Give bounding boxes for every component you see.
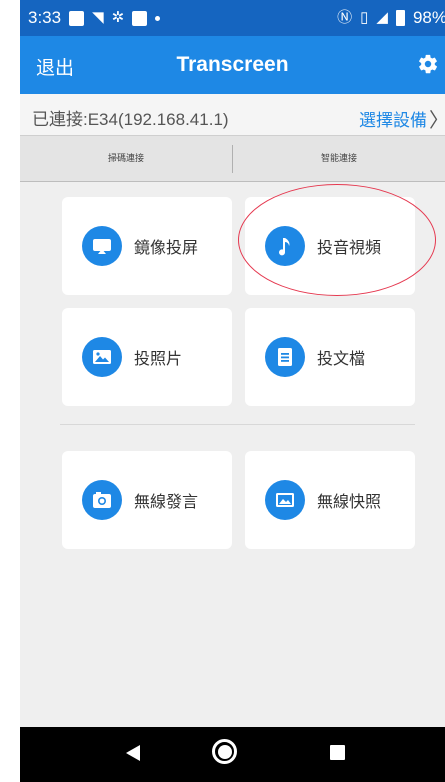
- connection-status: 已連接:E34(192.168.41.1): [32, 110, 229, 129]
- app-title: Transcreen: [176, 53, 289, 76]
- recent-apps-icon[interactable]: [330, 745, 345, 760]
- cast-document-label: 投文檔: [317, 349, 366, 368]
- screen-mirror-label: 鏡像投屏: [134, 238, 199, 257]
- cast-document-card[interactable]: 投文檔: [245, 308, 415, 406]
- battery-level: 98%: [412, 8, 445, 27]
- system-navigation-bar: [20, 727, 445, 782]
- cast-photo-label: 投照片: [134, 349, 183, 368]
- snapshot-icon: [265, 480, 305, 520]
- wireless-speech-card[interactable]: 無線發言: [62, 451, 232, 549]
- phone-screen: 3:33 ◥ ✲ Ⓝ ▯ ◢ 98% 退出 Transcreen 已連接:E34…: [20, 0, 445, 782]
- gear-icon[interactable]: [417, 53, 439, 75]
- settings-notification-icon: ✲: [111, 9, 125, 26]
- screen-mirror-icon: [82, 226, 122, 266]
- status-bar: 3:33 ◥ ✲ Ⓝ ▯ ◢ 98%: [20, 0, 445, 36]
- select-device-label: 選擇設備: [359, 111, 427, 131]
- wifi-question-icon: ◥: [92, 9, 104, 26]
- back-icon[interactable]: [125, 744, 141, 762]
- connection-bar: 已連接:E34(192.168.41.1) 選擇設備 〉: [20, 94, 445, 136]
- connection-tabs: 掃碼連接 智能連接: [20, 136, 445, 182]
- app-notification-icon: [132, 10, 148, 26]
- nfc-icon: Ⓝ: [337, 9, 353, 26]
- app-bar: 退出 Transcreen: [20, 36, 445, 94]
- wireless-snapshot-card[interactable]: 無線快照: [245, 451, 415, 549]
- tab-scan-connect[interactable]: 掃碼連接: [20, 136, 232, 181]
- home-icon[interactable]: [212, 739, 237, 764]
- photo-icon: [82, 337, 122, 377]
- screen-mirror-card[interactable]: 鏡像投屏: [62, 197, 232, 295]
- more-notifications-icon: [155, 15, 161, 21]
- wifi-icon: ◢: [376, 9, 388, 26]
- wireless-snapshot-label: 無線快照: [317, 492, 382, 511]
- battery-icon: [395, 10, 405, 26]
- wireless-speech-label: 無線發言: [134, 492, 199, 511]
- document-icon: [265, 337, 305, 377]
- tab-smart-connect[interactable]: 智能連接: [233, 136, 445, 181]
- section-divider: [60, 424, 415, 425]
- status-time: 3:33: [28, 8, 62, 27]
- cast-photo-card[interactable]: 投照片: [62, 308, 232, 406]
- camera-icon: [82, 480, 122, 520]
- chevron-right-icon: 〉: [429, 104, 445, 133]
- highlight-circle: [238, 184, 436, 296]
- vibrate-icon: ▯: [360, 9, 369, 26]
- gallery-notification-icon: [69, 10, 85, 26]
- select-device-button[interactable]: 選擇設備 〉: [359, 104, 445, 133]
